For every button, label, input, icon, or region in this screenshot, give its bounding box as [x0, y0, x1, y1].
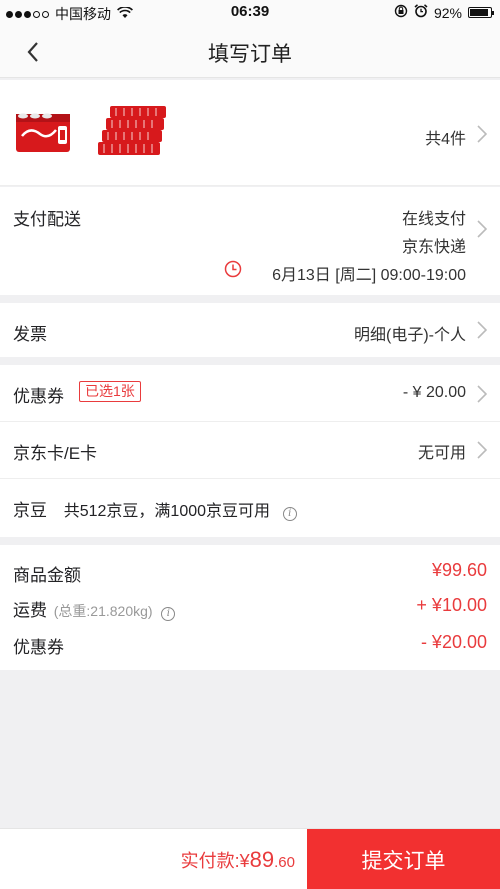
- goods-row[interactable]: 共4件: [0, 80, 500, 186]
- order-screen: 中国移动 06:39 92% 填写订单 共4件 支付配送 在线支付 京东快递 6…: [0, 0, 500, 889]
- goods-amount-label: 商品金额: [13, 566, 81, 585]
- payment-label: 支付配送: [13, 210, 81, 229]
- coupon-label: 优惠券: [13, 387, 64, 406]
- price-summary: 商品金额 ¥99.60 运费 (总重:21.820kg) i + ¥10.00 …: [0, 545, 500, 670]
- beans-text: 共512京豆，满1000京豆可用: [63, 503, 271, 520]
- total-dec: .60: [274, 854, 295, 871]
- jdcard-value: 无可用: [417, 445, 466, 462]
- chevron-right-icon: [477, 321, 487, 339]
- total-label: 实付款:¥: [180, 851, 250, 871]
- alarm-icon: [414, 4, 428, 21]
- freight-label: 运费: [13, 601, 47, 620]
- coupon-discount-row: 优惠券 - ¥20.00: [13, 629, 487, 659]
- beans-label: 京豆: [13, 501, 47, 520]
- discount-card: 优惠券 - ¥ 20.00 京东卡/E卡 无可用 京豆 共512京豆，满1000…: [0, 365, 500, 537]
- total-amount: 实付款:¥89.60: [181, 847, 295, 873]
- nav-bar: 填写订单: [0, 26, 500, 78]
- payment-delivery-row[interactable]: 支付配送 在线支付 京东快递 6月13日 [周二] 09:00-19:00: [0, 187, 500, 295]
- invoice-label: 发票: [13, 325, 47, 344]
- goods-amount-row: 商品金额 ¥99.60: [13, 557, 487, 587]
- product-image-coke-can: [14, 106, 74, 156]
- lock-rotation-icon: [394, 4, 408, 21]
- goods-amount-value: ¥99.60: [431, 560, 487, 580]
- chevron-right-icon: [477, 385, 487, 403]
- info-icon[interactable]: i: [161, 607, 176, 621]
- coupon-selected-badge: 已选1张: [79, 381, 141, 402]
- clock-icon: [224, 260, 242, 278]
- jdcard-row[interactable]: 京东卡/E卡 无可用: [0, 422, 500, 479]
- coupon-discount-label: 优惠券: [13, 638, 64, 657]
- chevron-right-icon: [477, 220, 487, 238]
- courier-name: 京东快递: [401, 239, 466, 256]
- payment-method: 在线支付: [401, 211, 466, 228]
- battery-percent: 92%: [433, 4, 462, 21]
- jdcard-label: 京东卡/E卡: [13, 444, 98, 463]
- freight-value: + ¥10.00: [416, 595, 487, 615]
- battery-icon: [468, 7, 494, 18]
- status-bar: 中国移动 06:39 92%: [0, 0, 500, 26]
- invoice-row[interactable]: 发票 明细(电子)-个人: [0, 303, 500, 357]
- checkout-bar: 实付款:¥89.60 提交订单: [0, 828, 500, 889]
- freight-weight-note: (总重:21.820kg): [53, 603, 153, 619]
- coupon-discount-value: - ¥20.00: [420, 632, 487, 652]
- chevron-right-icon: [477, 125, 487, 143]
- page-title: 填写订单: [208, 43, 292, 66]
- freight-row: 运费 (总重:21.820kg) i + ¥10.00: [13, 592, 487, 622]
- invoice-value: 明细(电子)-个人: [354, 327, 466, 344]
- goods-count: 共4件: [425, 131, 466, 148]
- coupon-value: - ¥ 20.00: [402, 384, 466, 401]
- submit-order-button[interactable]: 提交订单: [307, 829, 500, 889]
- info-icon[interactable]: i: [282, 507, 297, 521]
- coupon-row[interactable]: 优惠券 - ¥ 20.00: [0, 365, 500, 422]
- product-image-coke-pack: [96, 106, 170, 156]
- chevron-right-icon: [477, 441, 487, 459]
- total-int: 89: [249, 847, 275, 872]
- delivery-schedule: 6月13日 [周二] 09:00-19:00: [272, 267, 466, 284]
- beans-row: 京豆 共512京豆，满1000京豆可用 i: [0, 479, 500, 536]
